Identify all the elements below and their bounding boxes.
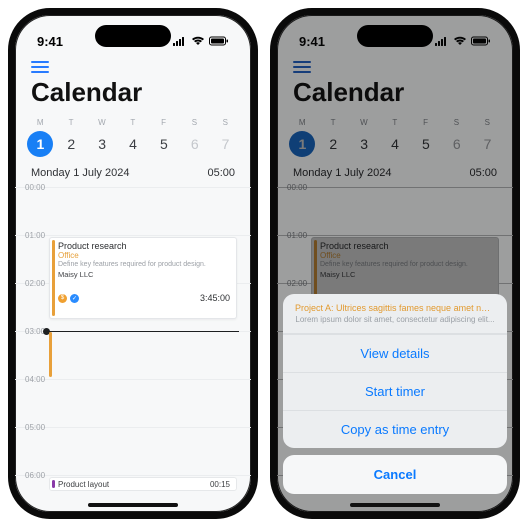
event-accent-bar [52,240,55,316]
dow-label: T [56,118,87,127]
cellular-signal-icon [173,36,187,46]
event-title: Product layout [58,480,109,489]
cancel-button[interactable]: Cancel [283,455,507,494]
status-right [173,36,229,46]
event-continuation-bar [49,332,52,377]
copy-as-time-entry-button[interactable]: Copy as time entry [283,410,507,448]
event-project: Office [58,251,230,260]
event-product-layout[interactable]: Product layout 00:15 [49,477,237,491]
dow-label: W [87,118,118,127]
day-7[interactable]: 7 [213,131,239,157]
hour-label: 02:00 [25,279,45,288]
event-duration: 00:15 [210,480,230,489]
event-accent-bar [52,480,55,488]
wifi-icon [191,36,205,46]
home-indicator[interactable] [350,503,440,507]
dow-label: S [210,118,241,127]
sheet-project-line: Project A: Ultrices sagittis fames neque… [295,303,495,313]
event-duration: 3:45:00 [200,293,230,303]
date-row: Monday 1 July 2024 05:00 [15,161,251,187]
now-indicator [47,331,239,332]
hour-label: 05:00 [25,423,45,432]
hour-label: 04:00 [25,375,45,384]
view-details-button[interactable]: View details [283,334,507,372]
timeline[interactable]: 00:00 01:00 02:00 03:00 04:00 05:00 06:0… [15,187,251,519]
dow-label: T [118,118,149,127]
day-6[interactable]: 6 [182,131,208,157]
day-3[interactable]: 3 [89,131,115,157]
dow-label: S [179,118,210,127]
hour-label: 06:00 [25,471,45,480]
hour-label: 00:00 [25,183,45,192]
notch [357,25,433,47]
action-sheet-header: Project A: Ultrices sagittis fames neque… [283,294,507,334]
battery-icon [209,36,229,46]
event-client: Maisy LLC [58,270,230,279]
action-sheet: Project A: Ultrices sagittis fames neque… [283,294,507,494]
notch [95,25,171,47]
event-product-research[interactable]: Product research Office Define key featu… [49,237,237,319]
day-2[interactable]: 2 [58,131,84,157]
day-total: 05:00 [207,167,235,179]
selected-date-label: Monday 1 July 2024 [31,167,129,179]
badge-dollar-icon: $ [58,294,67,303]
day-5[interactable]: 5 [151,131,177,157]
badge-check-icon: ✓ [70,294,79,303]
status-time: 9:41 [37,34,63,49]
event-badges: $ ✓ [58,294,79,303]
action-sheet-card: Project A: Ultrices sagittis fames neque… [283,294,507,448]
day-4[interactable]: 4 [120,131,146,157]
dow-label: M [25,118,56,127]
event-description: Define key features required for product… [58,260,230,269]
home-indicator[interactable] [88,503,178,507]
hour-label: 01:00 [25,231,45,240]
sheet-description-line: Lorem ipsum dolor sit amet, consectetur … [295,315,495,324]
menu-icon[interactable] [31,61,49,73]
day-1[interactable]: 1 [27,131,53,157]
phone-left: 9:41 Calendar M1 T2 W3 T4 F5 S6 S7 [8,8,258,519]
screen: Calendar M1 T2 W3 T4 F5 S6 S7 Monday 1 J… [15,15,251,512]
event-title: Product research [58,241,230,251]
start-timer-button[interactable]: Start timer [283,372,507,410]
dow-label: F [148,118,179,127]
phone-right: 9:41 Calendar M1 T2 W3 T4 F5 S6 S7 [270,8,520,519]
page-title: Calendar [31,77,235,108]
week-strip: M1 T2 W3 T4 F5 S6 S7 [15,112,251,161]
